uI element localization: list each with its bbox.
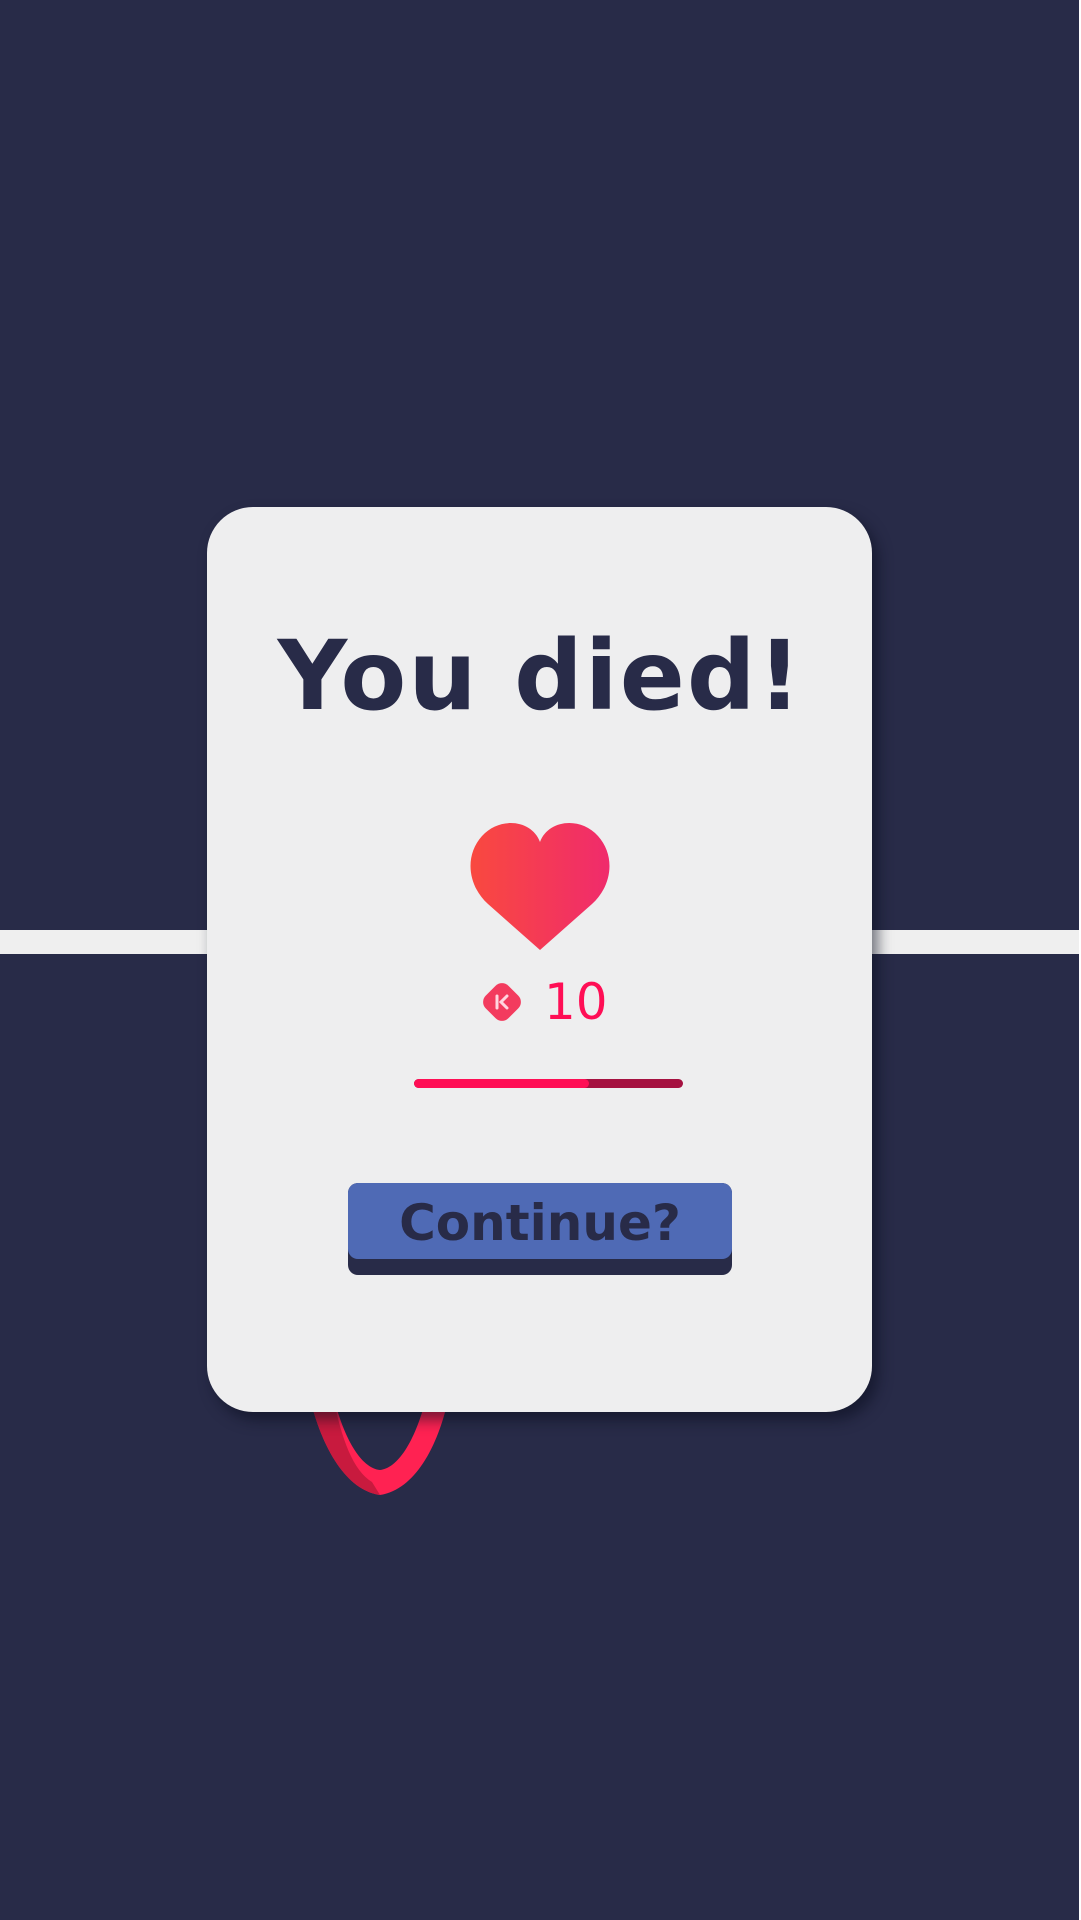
continue-timer-fill <box>414 1079 589 1088</box>
continue-button-label: Continue? <box>348 1183 732 1259</box>
game-scene: You died! 10 Continue? <box>0 0 1081 1920</box>
gem-icon <box>483 983 521 1021</box>
heart-icon <box>470 823 610 950</box>
lives-counter: 10 <box>478 976 608 1028</box>
continue-timer-bar <box>414 1079 683 1088</box>
lives-count: 10 <box>544 973 608 1031</box>
continue-button[interactable]: Continue? <box>348 1183 732 1275</box>
dialog-title: You died! <box>277 620 804 732</box>
